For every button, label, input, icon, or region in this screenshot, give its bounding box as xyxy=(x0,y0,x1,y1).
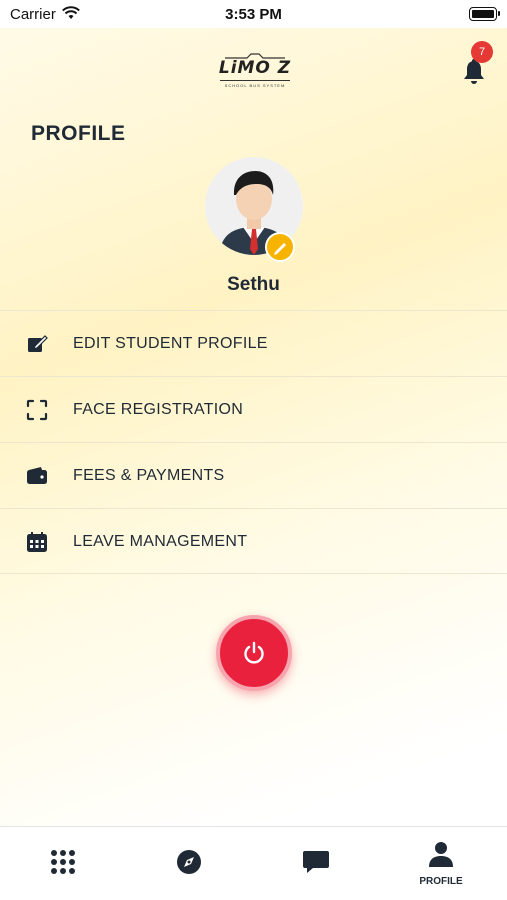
face-scan-icon xyxy=(26,399,48,421)
chat-icon xyxy=(303,851,329,873)
menu-item-fees-payments[interactable]: FEES & PAYMENTS xyxy=(0,442,507,508)
wallet-icon xyxy=(27,467,47,484)
battery-icon xyxy=(469,7,500,21)
compass-icon xyxy=(177,850,201,874)
calendar-icon xyxy=(27,532,47,552)
menu-item-leave-management[interactable]: LEAVE MANAGEMENT xyxy=(0,508,507,574)
menu-label: FACE REGISTRATION xyxy=(73,401,244,418)
status-bar: Carrier 3:53 PM xyxy=(0,0,507,28)
tab-bar: PROFILE xyxy=(0,826,507,900)
power-icon xyxy=(244,641,264,664)
logout-button[interactable] xyxy=(216,615,292,691)
person-icon xyxy=(429,842,453,867)
menu-label: FEES & PAYMENTS xyxy=(73,467,225,484)
pencil-icon xyxy=(274,243,286,255)
page-title: PROFILE xyxy=(31,122,126,145)
menu-label: LEAVE MANAGEMENT xyxy=(73,533,248,550)
user-name: Sethu xyxy=(227,274,280,295)
logo-tagline: SCHOOL BUS SYSTEM xyxy=(224,83,286,88)
tab-profile[interactable]: PROFILE xyxy=(378,827,504,900)
grid-icon xyxy=(51,850,75,874)
notification-badge: 7 xyxy=(471,41,493,63)
profile-screen: Carrier 3:53 PM LiMO Z SCHOOL BUS SYSTEM… xyxy=(0,0,507,900)
menu-item-face-registration[interactable]: FACE REGISTRATION xyxy=(0,376,507,442)
logo-underline xyxy=(220,80,290,81)
tab-tracking[interactable] xyxy=(126,827,252,900)
menu-label: EDIT STUDENT PROFILE xyxy=(73,335,268,352)
tab-label-profile: PROFILE xyxy=(419,876,463,887)
clock: 3:53 PM xyxy=(225,6,282,23)
profile-menu: EDIT STUDENT PROFILE FACE REGISTRATION F… xyxy=(0,310,507,574)
app-logo: LiMO Z SCHOOL BUS SYSTEM xyxy=(205,50,305,94)
tab-dashboard[interactable] xyxy=(0,827,126,900)
edit-photo-button[interactable] xyxy=(265,232,295,262)
logo-text: LiMO Z xyxy=(218,58,292,78)
edit-icon xyxy=(28,335,48,352)
tab-messages[interactable] xyxy=(252,827,378,900)
menu-item-edit-student-profile[interactable]: EDIT STUDENT PROFILE xyxy=(0,310,507,376)
